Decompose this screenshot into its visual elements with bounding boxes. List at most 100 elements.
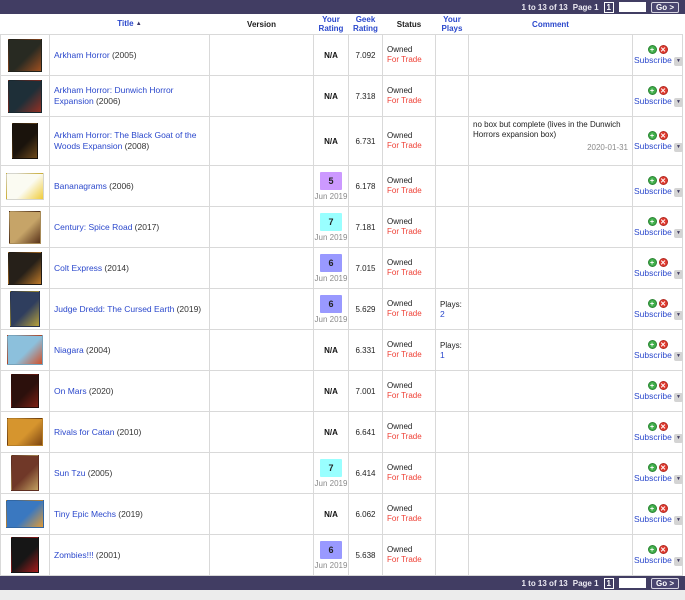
delete-item-icon[interactable]: ✕ (658, 380, 668, 390)
subscribe-link[interactable]: Subscribe (634, 55, 672, 65)
delete-item-icon[interactable]: ✕ (658, 85, 668, 95)
add-item-icon[interactable]: + (647, 462, 657, 472)
sun-tzu-cover[interactable] (11, 455, 39, 491)
subscribe-link[interactable]: Subscribe (634, 555, 672, 565)
delete-item-icon[interactable]: ✕ (658, 44, 668, 54)
game-title-link[interactable]: Niagara (54, 345, 84, 355)
status-for-trade-link[interactable]: For Trade (387, 141, 422, 151)
subscribe-link[interactable]: Subscribe (634, 473, 672, 483)
subscribe-dropdown-icon[interactable]: ▼ (674, 556, 683, 566)
judge-dredd-cover[interactable] (10, 291, 40, 327)
status-for-trade-link[interactable]: For Trade (387, 309, 422, 319)
subscribe-link[interactable]: Subscribe (634, 309, 672, 319)
add-item-icon[interactable]: + (647, 175, 657, 185)
game-title-link[interactable]: Colt Express (54, 263, 102, 273)
subscribe-link[interactable]: Subscribe (634, 514, 672, 524)
subscribe-dropdown-icon[interactable]: ▼ (674, 228, 683, 238)
game-title-link[interactable]: On Mars (54, 386, 87, 396)
delete-item-icon[interactable]: ✕ (658, 216, 668, 226)
add-item-icon[interactable]: + (647, 339, 657, 349)
go-button[interactable]: Go > (650, 1, 679, 13)
game-title-link[interactable]: Tiny Epic Mechs (54, 509, 116, 519)
niagara-cover[interactable] (7, 335, 43, 365)
subscribe-link[interactable]: Subscribe (634, 391, 672, 401)
status-for-trade-link[interactable]: For Trade (387, 186, 422, 196)
subscribe-link[interactable]: Subscribe (634, 141, 672, 151)
game-title-link[interactable]: Century: Spice Road (54, 222, 132, 232)
add-item-icon[interactable]: + (647, 216, 657, 226)
subscribe-link[interactable]: Subscribe (634, 432, 672, 442)
delete-item-icon[interactable]: ✕ (658, 339, 668, 349)
add-item-icon[interactable]: + (647, 130, 657, 140)
title-sort-link[interactable]: Title (117, 19, 133, 28)
subscribe-link[interactable]: Subscribe (634, 186, 672, 196)
status-for-trade-link[interactable]: For Trade (387, 473, 422, 483)
status-for-trade-link[interactable]: For Trade (387, 391, 422, 401)
zombies-cover[interactable] (11, 537, 39, 573)
add-item-icon[interactable]: + (647, 503, 657, 513)
status-for-trade-link[interactable]: For Trade (387, 96, 422, 106)
subscribe-dropdown-icon[interactable]: ▼ (674, 392, 683, 402)
century-spice-road-cover[interactable] (9, 210, 41, 244)
subscribe-dropdown-icon[interactable]: ▼ (674, 142, 683, 152)
subscribe-dropdown-icon[interactable]: ▼ (674, 351, 683, 361)
status-for-trade-link[interactable]: For Trade (387, 55, 422, 65)
subscribe-link[interactable]: Subscribe (634, 227, 672, 237)
subscribe-dropdown-icon[interactable]: ▼ (674, 187, 683, 197)
add-item-icon[interactable]: + (647, 44, 657, 54)
rivals-for-catan-cover[interactable] (7, 418, 43, 446)
add-item-icon[interactable]: + (647, 257, 657, 267)
add-item-icon[interactable]: + (647, 544, 657, 554)
status-for-trade-link[interactable]: For Trade (387, 555, 422, 565)
page-jump-input[interactable] (618, 578, 646, 588)
status-for-trade-link[interactable]: For Trade (387, 432, 422, 442)
pager-current-page[interactable]: 1 (603, 577, 614, 589)
subscribe-link[interactable]: Subscribe (634, 268, 672, 278)
game-title-link[interactable]: Rivals for Catan (54, 427, 114, 437)
game-title-link[interactable]: Sun Tzu (54, 468, 86, 478)
status-for-trade-link[interactable]: For Trade (387, 227, 422, 237)
delete-item-icon[interactable]: ✕ (658, 298, 668, 308)
delete-item-icon[interactable]: ✕ (658, 257, 668, 267)
your-plays-sort-link[interactable]: Your Plays (442, 15, 463, 33)
delete-item-icon[interactable]: ✕ (658, 462, 668, 472)
delete-item-icon[interactable]: ✕ (658, 130, 668, 140)
arkham-horror-cover[interactable] (8, 38, 42, 72)
delete-item-icon[interactable]: ✕ (658, 503, 668, 513)
add-item-icon[interactable]: + (647, 298, 657, 308)
on-mars-cover[interactable] (11, 374, 39, 408)
bananagrams-cover[interactable] (6, 172, 44, 200)
add-item-icon[interactable]: + (647, 380, 657, 390)
dunwich-horror-cover[interactable] (8, 79, 42, 113)
subscribe-dropdown-icon[interactable]: ▼ (674, 97, 683, 107)
black-goat-cover[interactable] (12, 123, 38, 159)
add-item-icon[interactable]: + (647, 85, 657, 95)
add-item-icon[interactable]: + (647, 421, 657, 431)
plays-count-link[interactable]: 2 (440, 309, 445, 319)
status-for-trade-link[interactable]: For Trade (387, 268, 422, 278)
subscribe-dropdown-icon[interactable]: ▼ (674, 310, 683, 320)
colt-express-cover[interactable] (8, 251, 42, 285)
game-title-link[interactable]: Bananagrams (54, 181, 107, 191)
comment-sort-link[interactable]: Comment (532, 20, 569, 29)
plays-count-link[interactable]: 1 (440, 350, 445, 360)
status-for-trade-link[interactable]: For Trade (387, 514, 422, 524)
game-title-link[interactable]: Zombies!!! (54, 550, 94, 560)
pager-current-page[interactable]: 1 (603, 1, 614, 13)
game-title-link[interactable]: Arkham Horror (54, 50, 110, 60)
subscribe-dropdown-icon[interactable]: ▼ (674, 269, 683, 279)
subscribe-link[interactable]: Subscribe (634, 350, 672, 360)
game-title-link[interactable]: Judge Dredd: The Cursed Earth (54, 304, 174, 314)
subscribe-dropdown-icon[interactable]: ▼ (674, 56, 683, 66)
page-jump-input[interactable] (618, 2, 646, 12)
geek-rating-sort-link[interactable]: Geek Rating (353, 15, 378, 33)
go-button[interactable]: Go > (650, 577, 679, 589)
delete-item-icon[interactable]: ✕ (658, 175, 668, 185)
subscribe-link[interactable]: Subscribe (634, 96, 672, 106)
delete-item-icon[interactable]: ✕ (658, 421, 668, 431)
subscribe-dropdown-icon[interactable]: ▼ (674, 515, 683, 525)
subscribe-dropdown-icon[interactable]: ▼ (674, 474, 683, 484)
status-for-trade-link[interactable]: For Trade (387, 350, 422, 360)
your-rating-sort-link[interactable]: Your Rating (319, 15, 344, 33)
tiny-epic-mechs-cover[interactable] (6, 500, 44, 528)
